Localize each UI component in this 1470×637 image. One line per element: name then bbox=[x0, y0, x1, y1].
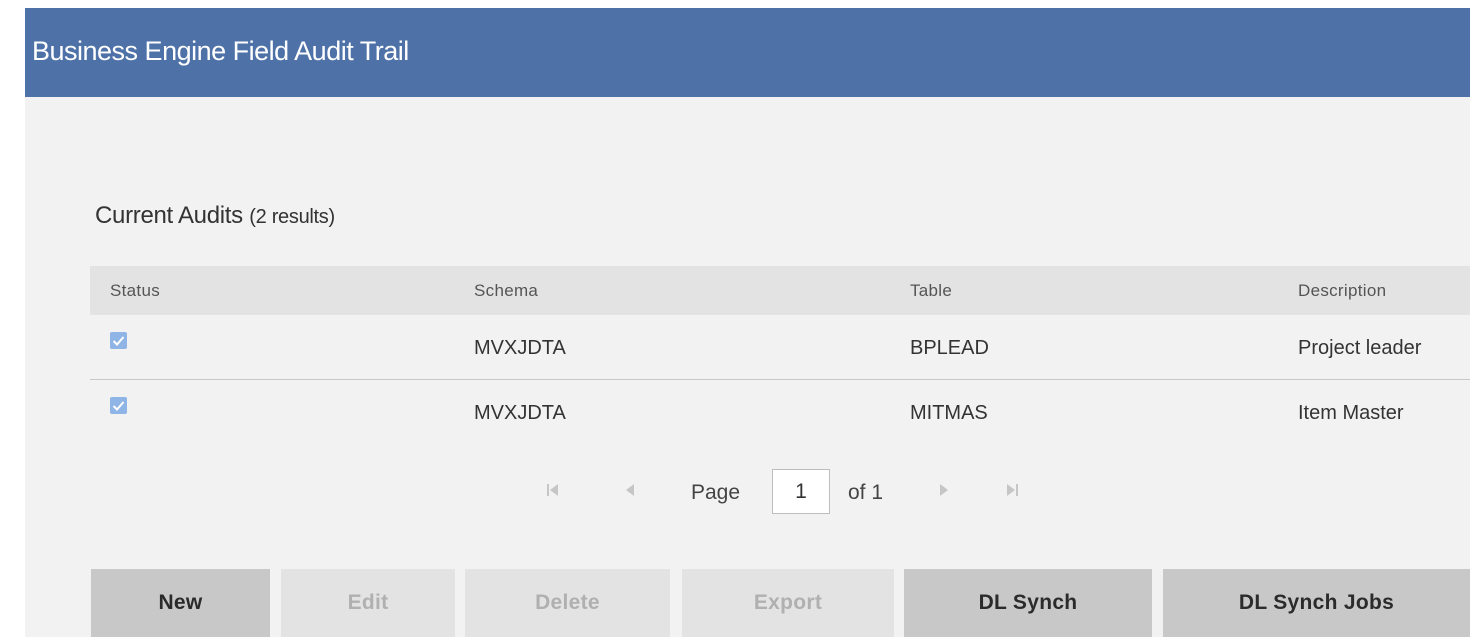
status-checkbox[interactable] bbox=[110, 397, 127, 414]
page-count-label: of 1 bbox=[848, 481, 884, 504]
new-button[interactable]: New bbox=[91, 569, 270, 637]
cell-table: MITMAS bbox=[910, 402, 988, 424]
pagination: Page 1 of 1 bbox=[0, 469, 1470, 519]
cell-table: BPLEAD bbox=[910, 337, 989, 359]
next-page-icon[interactable] bbox=[938, 482, 950, 503]
cell-schema: MVXJDTA bbox=[474, 337, 566, 359]
checkmark-icon bbox=[112, 336, 125, 346]
checkmark-icon bbox=[112, 401, 125, 411]
cell-description: Project leader bbox=[1298, 337, 1422, 359]
column-header-schema[interactable]: Schema bbox=[474, 281, 538, 301]
title-bar: Business Engine Field Audit Trail bbox=[25, 8, 1470, 97]
first-page-icon[interactable] bbox=[546, 482, 560, 503]
page-title: Business Engine Field Audit Trail bbox=[32, 36, 409, 66]
results-count: (2 results) bbox=[249, 206, 335, 228]
dl-synch-jobs-button[interactable]: DL Synch Jobs bbox=[1163, 569, 1470, 637]
column-header-table[interactable]: Table bbox=[910, 281, 952, 301]
delete-button[interactable]: Delete bbox=[465, 569, 670, 637]
edit-button[interactable]: Edit bbox=[281, 569, 455, 637]
top-edge bbox=[0, 0, 1470, 8]
column-header-status[interactable]: Status bbox=[110, 281, 160, 301]
audit-trail-page: Business Engine Field Audit Trail Curren… bbox=[0, 0, 1470, 637]
cell-description: Item Master bbox=[1298, 402, 1404, 424]
status-checkbox[interactable] bbox=[110, 332, 127, 349]
page-label: Page bbox=[691, 481, 741, 504]
dl-synch-button[interactable]: DL Synch bbox=[904, 569, 1152, 637]
table-header: Status Schema Table Description bbox=[90, 266, 1470, 315]
cell-schema: MVXJDTA bbox=[474, 402, 566, 424]
table-row[interactable]: MVXJDTA BPLEAD Project leader bbox=[90, 315, 1470, 380]
last-page-icon[interactable] bbox=[1005, 482, 1019, 503]
page-number-input[interactable]: 1 bbox=[772, 469, 830, 514]
audits-table: Status Schema Table Description MVXJDTA … bbox=[90, 266, 1470, 444]
previous-page-icon[interactable] bbox=[624, 482, 636, 503]
section-title: Current Audits bbox=[95, 202, 243, 229]
left-edge bbox=[0, 0, 25, 637]
column-header-description[interactable]: Description bbox=[1298, 281, 1386, 301]
section-heading: Current Audits (2 results) bbox=[95, 202, 335, 230]
export-button[interactable]: Export bbox=[682, 569, 894, 637]
table-row[interactable]: MVXJDTA MITMAS Item Master bbox=[90, 380, 1470, 444]
